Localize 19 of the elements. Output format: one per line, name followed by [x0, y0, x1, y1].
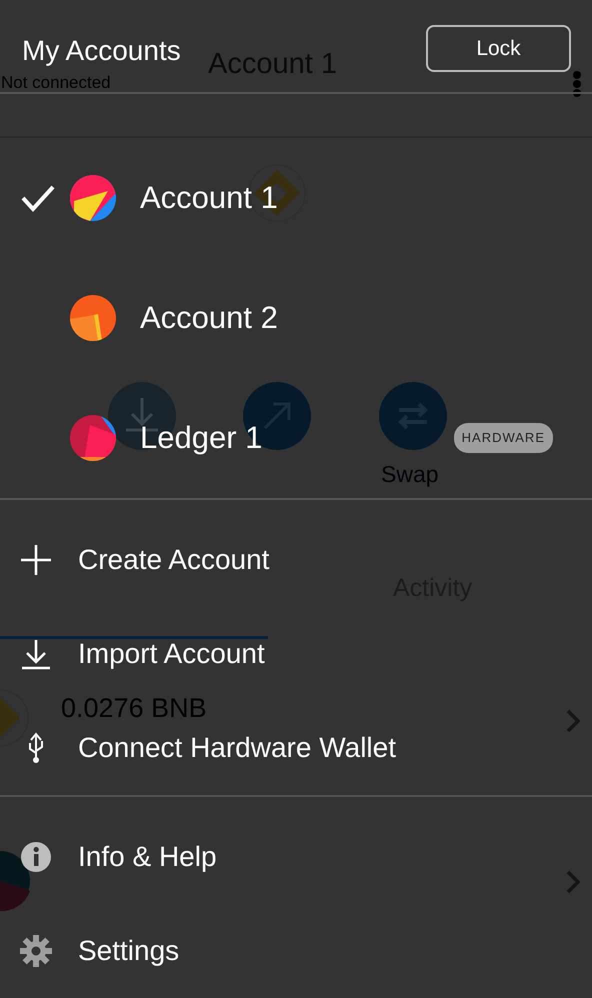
menu-item[interactable]: Import Account: [78, 640, 265, 668]
account-name[interactable]: Ledger 1: [140, 422, 262, 454]
account-name[interactable]: Account 2: [140, 302, 278, 334]
menu-item[interactable]: Create Account: [78, 546, 270, 574]
swap-icon[interactable]: [379, 382, 447, 450]
lock-button[interactable]: Lock: [426, 25, 571, 72]
menu-item[interactable]: Settings: [78, 936, 180, 965]
plus-icon: [19, 542, 53, 577]
settings-icon: [19, 934, 53, 968]
menu-item[interactable]: Info & Help: [78, 842, 217, 871]
chevron-icon[interactable]: [565, 869, 581, 895]
hardware-badge: HARDWARE: [454, 423, 553, 453]
info-icon: [19, 840, 53, 874]
chevron-icon[interactable]: [565, 708, 581, 734]
account-name[interactable]: Account 1: [140, 182, 278, 214]
menu-title: My Accounts: [22, 37, 181, 65]
menu-item[interactable]: Connect Hardware Wallet: [78, 734, 396, 762]
more-icon[interactable]: [571, 71, 583, 98]
send-icon[interactable]: [243, 382, 311, 450]
